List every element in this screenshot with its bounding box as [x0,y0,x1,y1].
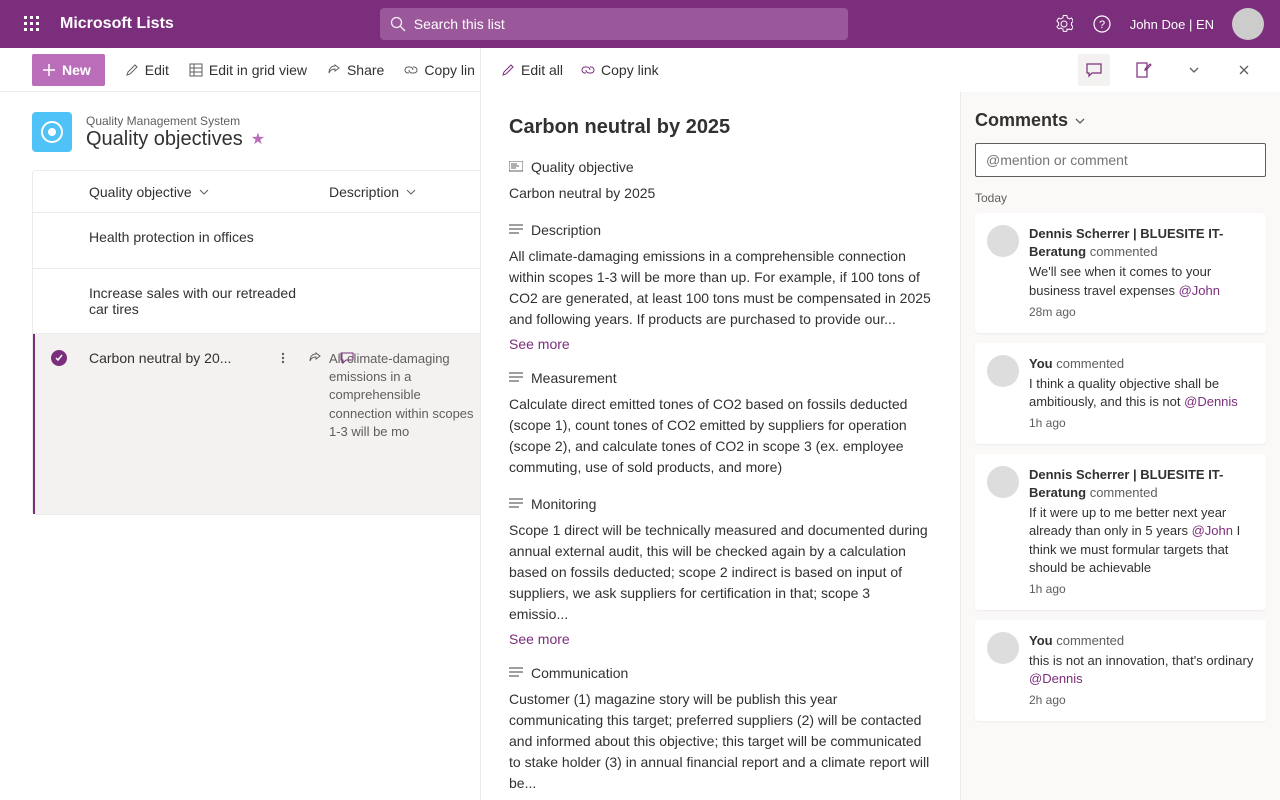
share-icon [327,63,341,77]
field-label: Description [509,222,932,238]
user-label[interactable]: John Doe | EN [1130,17,1214,32]
search-input[interactable]: Search this list [380,8,848,40]
list-title: Quality objectives★ [86,128,265,151]
comments-day-label: Today [975,191,1266,205]
new-button-label: New [62,62,91,78]
row-title: Increase sales with our retreaded car ti… [89,285,329,317]
command-bar: New Edit Edit in grid view Share Copy li… [0,48,1280,92]
comments-toggle-icon[interactable] [1078,54,1110,86]
comment-author: You [1029,633,1053,648]
comment-text: If it were up to me better next year alr… [1029,504,1254,577]
app-launcher-icon[interactable] [8,16,56,32]
chevron-down-icon [1074,115,1086,127]
plus-icon [42,63,56,77]
comment-card: Dennis Scherrer | BLUESITE IT-Beratung c… [975,454,1266,610]
table-row[interactable]: Health protection in offices [33,213,491,269]
mention[interactable]: @John [1179,283,1220,298]
pencil-icon [501,63,515,77]
comment-card: You commented I think a quality objective… [975,343,1266,444]
detail-command-bar: Edit all Copy link [480,48,1280,92]
copy-link-button[interactable]: Copy lin [404,62,475,78]
link-icon [581,63,595,77]
see-more-link[interactable]: See more [509,336,570,352]
detail-panel: Carbon neutral by 2025 Quality objective… [480,92,960,800]
row-title: Health protection in offices [89,229,329,245]
comment-verb: commented [1056,633,1124,648]
favorite-star-icon[interactable]: ★ [251,129,265,149]
comment-text: We'll see when it comes to your business… [1029,263,1254,299]
brand-label: Microsoft Lists [60,15,174,33]
share-button[interactable]: Share [327,62,384,78]
comment-input[interactable] [975,143,1266,177]
pencil-icon [125,63,139,77]
comment-verb: commented [1090,244,1158,259]
comment-card: You commented this is not an innovation, … [975,620,1266,721]
help-icon[interactable]: ? [1092,14,1112,34]
svg-text:?: ? [1099,19,1105,31]
field-value: Carbon neutral by 2025 [509,183,932,204]
detail-copy-link-button[interactable]: Copy link [581,62,659,78]
chevron-down-icon [198,186,210,198]
field-label: Monitoring [509,496,932,512]
mention[interactable]: @Dennis [1029,671,1083,686]
more-icon[interactable] [273,348,293,368]
field-label: Measurement [509,370,932,386]
share-row-icon[interactable] [305,348,325,368]
comment-time: 1h ago [1029,581,1254,598]
list-table: Quality objective Description Health pro… [32,170,492,515]
comment-card: Dennis Scherrer | BLUESITE IT-Beratung c… [975,213,1266,333]
mention[interactable]: @John [1192,523,1233,538]
comments-heading[interactable]: Comments [975,110,1266,131]
new-button[interactable]: New [32,54,105,86]
link-icon [404,63,418,77]
comment-row-icon[interactable] [337,348,357,368]
field-label: Quality objective [509,159,932,175]
edit-all-button[interactable]: Edit all [501,62,563,78]
detail-title: Carbon neutral by 2025 [509,116,932,139]
table-row[interactable]: Increase sales with our retreaded car ti… [33,269,491,334]
comment-avatar [987,466,1019,498]
comment-author: You [1029,356,1053,371]
user-avatar[interactable] [1232,8,1264,40]
comments-panel: Comments Today Dennis Scherrer | BLUESIT… [960,92,1280,800]
search-icon [390,16,406,32]
comment-time: 28m ago [1029,304,1254,321]
table-row[interactable]: Carbon neutral by 20... All climate-dama… [33,334,491,514]
field-value: All climate-damaging emissions in a comp… [509,246,932,330]
search-placeholder: Search this list [414,16,505,32]
comment-avatar [987,632,1019,664]
comment-avatar [987,355,1019,387]
comment-time: 2h ago [1029,692,1254,709]
comment-avatar [987,225,1019,257]
row-selected-icon[interactable] [51,350,67,366]
edit-form-icon[interactable] [1128,54,1160,86]
see-more-link[interactable]: See more [509,631,570,647]
field-value: Scope 1 direct will be technically measu… [509,520,932,625]
breadcrumb[interactable]: Quality Management System [86,114,265,128]
settings-icon[interactable] [1054,14,1074,34]
chevron-down-icon[interactable] [1178,54,1210,86]
mention[interactable]: @Dennis [1184,394,1238,409]
edit-button[interactable]: Edit [125,62,169,78]
field-value: Customer (1) magazine story will be publ… [509,689,932,794]
comment-verb: commented [1056,356,1124,371]
close-icon[interactable] [1228,54,1260,86]
field-value: Calculate direct emitted tones of CO2 ba… [509,394,932,478]
comment-text: this is not an innovation, that's ordina… [1029,652,1254,688]
list-icon [32,112,72,152]
comment-text: I think a quality objective shall be amb… [1029,375,1254,411]
chevron-down-icon [405,186,417,198]
comment-time: 1h ago [1029,415,1254,432]
column-header-objective[interactable]: Quality objective [89,184,329,200]
top-bar: Microsoft Lists Search this list ? John … [0,0,1280,48]
comment-verb: commented [1090,485,1158,500]
column-header-description[interactable]: Description [329,184,417,200]
field-label: Communication [509,665,932,681]
grid-icon [189,63,203,77]
edit-grid-button[interactable]: Edit in grid view [189,62,307,78]
